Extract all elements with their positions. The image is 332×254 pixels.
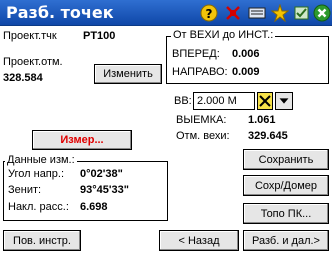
topo-button[interactable]: Топо ПК... xyxy=(243,203,329,224)
station-button[interactable]: Пов. инстр. xyxy=(3,230,81,251)
window-title: Разб. точек xyxy=(6,3,114,22)
hz-angle-label: Угол напр.: xyxy=(8,168,64,180)
settings-icon[interactable] xyxy=(293,4,311,22)
keyboard-icon[interactable] xyxy=(248,4,266,22)
rod-elev-label: Отм. вехи: xyxy=(176,130,230,142)
forward-value: 0.006 xyxy=(232,48,260,60)
slope-dist-value: 6.698 xyxy=(80,201,108,213)
project-elev-label: Проект.отм. xyxy=(3,56,63,68)
question-icon[interactable]: ? xyxy=(200,4,218,22)
measurement-data-title: Данные изм.: xyxy=(5,154,77,166)
satellite-icon[interactable] xyxy=(224,4,242,22)
stake-next-button[interactable]: Разб. и дал.> xyxy=(243,230,329,251)
rod-dropdown-button[interactable] xyxy=(275,92,293,110)
rod-height-label: ВВ: xyxy=(174,95,192,107)
edit-button[interactable]: Изменить xyxy=(94,64,162,84)
save-measure-button[interactable]: Сохр/Домер xyxy=(243,175,329,196)
project-point-value: PT100 xyxy=(83,30,116,42)
slope-dist-label: Накл. расс.: xyxy=(8,201,69,213)
save-button[interactable]: Сохранить xyxy=(243,149,329,170)
cut-value: 1.061 xyxy=(248,114,276,126)
right-value: 0.009 xyxy=(232,66,260,78)
forward-label: ВПЕРЕД: xyxy=(172,48,220,60)
back-button[interactable]: < Назад xyxy=(159,230,239,251)
from-rod-title: От ВЕХИ до ИНСТ.: xyxy=(171,29,276,41)
right-label: НАПРАВО: xyxy=(172,66,228,78)
zenith-label: Зенит: xyxy=(8,184,42,196)
cut-label: ВЫЕМКА: xyxy=(176,114,227,126)
project-point-label: Проект.тчк xyxy=(3,30,57,42)
chevron-down-icon xyxy=(279,98,289,104)
zenith-value: 93°45'33" xyxy=(80,184,129,196)
rod-elev-value: 329.645 xyxy=(248,130,288,142)
svg-text:?: ? xyxy=(206,7,213,21)
rod-height-input[interactable]: 2.000 М xyxy=(193,92,255,110)
star-icon[interactable] xyxy=(271,4,289,22)
close-icon[interactable] xyxy=(313,4,331,22)
rod-type-icon[interactable] xyxy=(257,92,273,110)
measure-button[interactable]: Измер... xyxy=(32,130,132,150)
project-elev-value: 328.584 xyxy=(3,72,43,84)
title-bar: Разб. точек ? xyxy=(0,0,332,26)
hz-angle-value: 0°02'38" xyxy=(80,168,123,180)
